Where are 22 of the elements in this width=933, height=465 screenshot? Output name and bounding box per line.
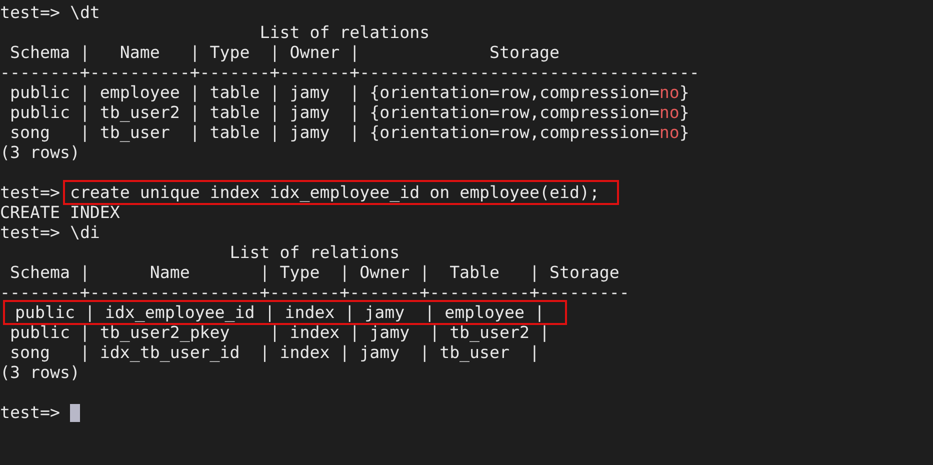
table-separator: --------+-----------------+-------+-------+----------+--------- bbox=[0, 283, 630, 302]
command-text: \dt bbox=[70, 3, 100, 22]
prompt-text: test=> bbox=[0, 3, 60, 22]
table-row: public | idx_employee_id | index | jamy | employee | bbox=[3, 300, 568, 325]
table-separator: --------+----------+-------+-------+---------------------------------- bbox=[0, 63, 700, 82]
table-row-text: public | employee | table | jamy | {orientation=row,compression=no} bbox=[8, 83, 690, 102]
table-header: Schema | Name | Type | Owner | Table | Storage bbox=[8, 263, 620, 282]
output-text: (3 rows) bbox=[0, 363, 80, 382]
table-header: Schema | Name | Type | Owner | Storage bbox=[8, 43, 560, 62]
table-row-text: public | tb_user2 | table | jamy | {orientation=row,compression=no} bbox=[8, 103, 690, 122]
command-text: \di bbox=[70, 223, 100, 242]
prompt-text: test=> bbox=[0, 223, 60, 242]
output-text: CREATE INDEX bbox=[0, 203, 120, 222]
table-row-text: song | idx_tb_user_id | index | jamy | tb_user | bbox=[8, 343, 540, 362]
prompt-text: test=> bbox=[0, 183, 60, 202]
prompt-text: test=> bbox=[0, 403, 60, 422]
table-title: List of relations bbox=[258, 23, 430, 42]
command-text: create unique index idx_employee_id on employee(eid); bbox=[62, 180, 620, 205]
table-row-text: public | tb_user2_pkey | index | jamy | tb_user2 | bbox=[8, 323, 550, 342]
output-text: (3 rows) bbox=[0, 143, 80, 162]
table-row-text: song | tb_user | table | jamy | {orientation=row,compression=no} bbox=[8, 123, 690, 142]
table-title: List of relations bbox=[228, 243, 400, 262]
